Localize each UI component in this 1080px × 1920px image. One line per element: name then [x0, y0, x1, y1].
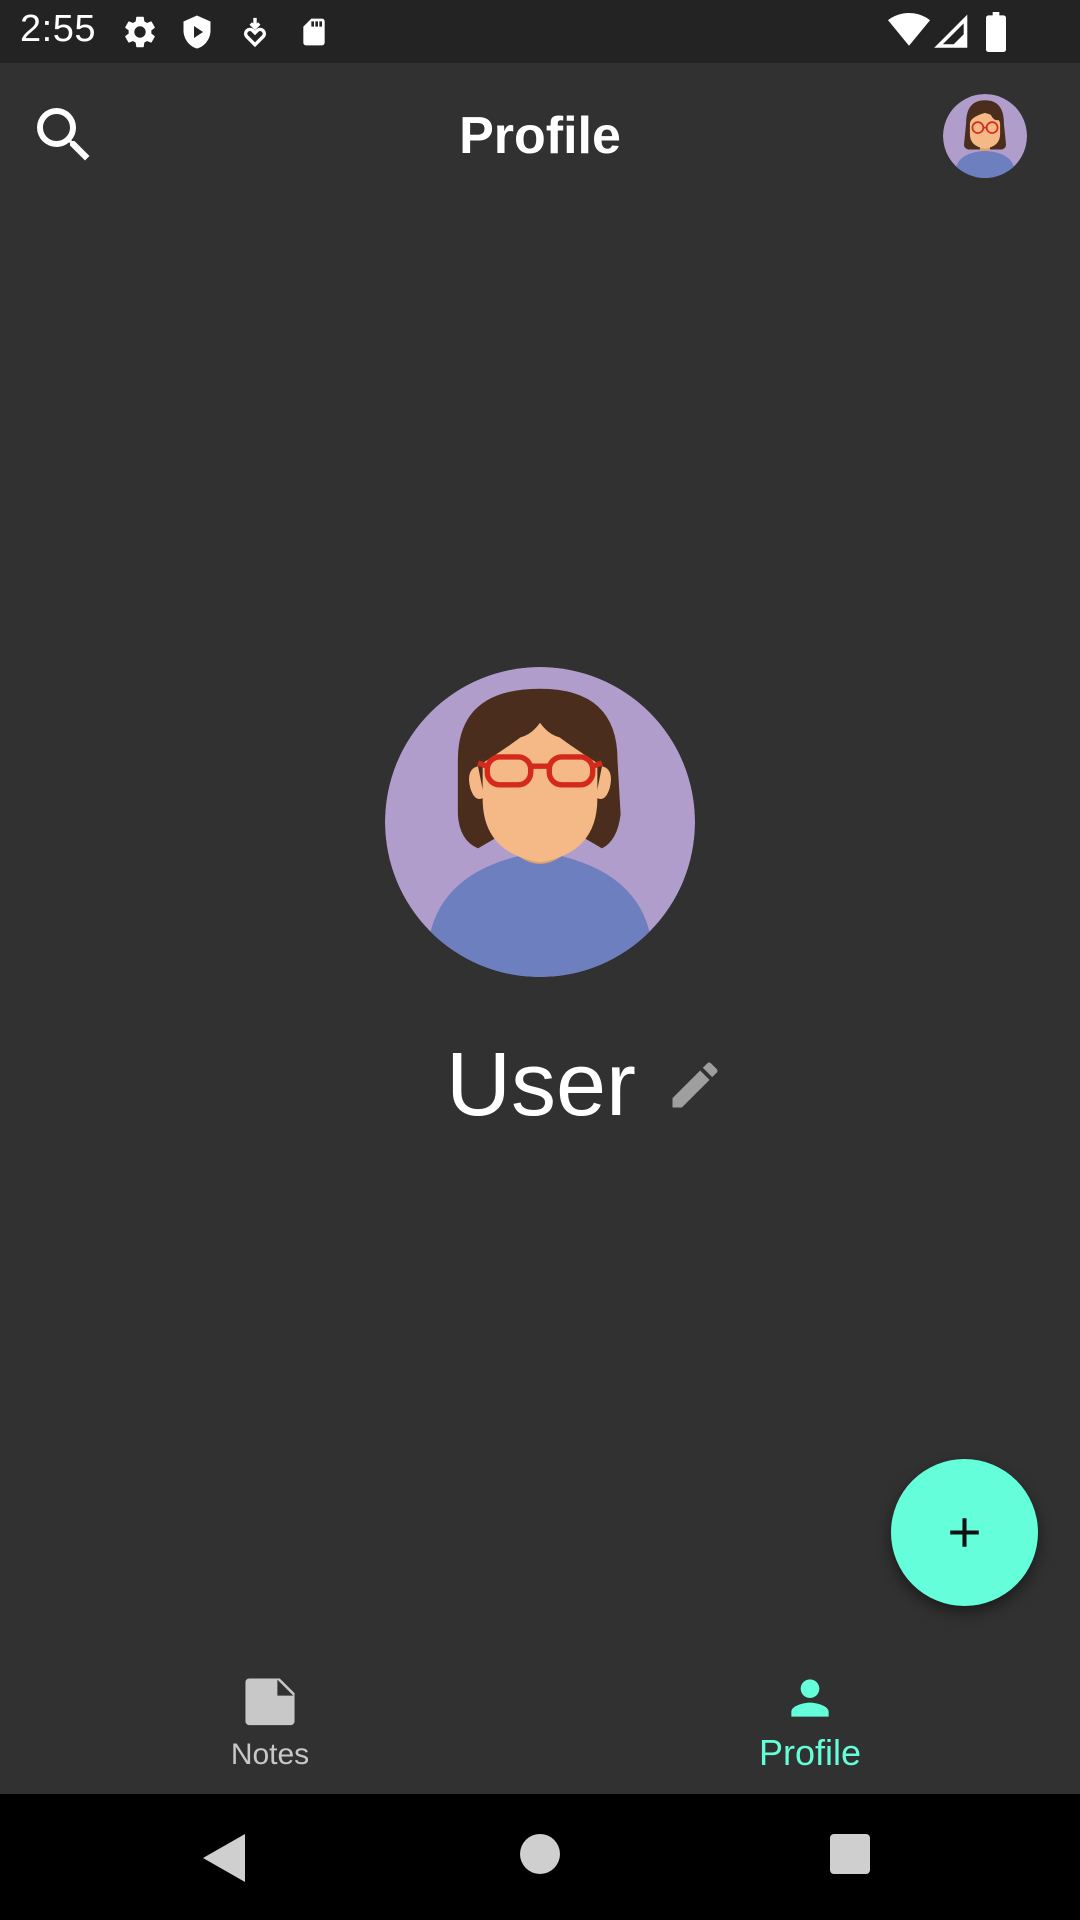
user-name: User	[446, 1035, 637, 1135]
nav-label-notes: Notes	[230, 1738, 310, 1771]
shield-play-icon	[179, 13, 215, 56]
bottom-navigation: Notes Profile	[0, 1640, 1080, 1794]
home-icon	[520, 1834, 560, 1874]
add-button[interactable]	[891, 1459, 1038, 1606]
sd-card-icon	[298, 13, 330, 56]
recents-icon	[830, 1834, 870, 1874]
profile-avatar[interactable]	[385, 667, 695, 977]
back-icon	[203, 1834, 245, 1882]
page-title: Profile	[459, 107, 621, 165]
download-heart-icon	[238, 13, 272, 56]
system-navigation-bar	[0, 1794, 1080, 1920]
profile-name-row: User	[0, 1030, 1080, 1140]
pencil-icon	[672, 1062, 718, 1108]
top-app-bar: Profile	[0, 63, 1080, 213]
home-button[interactable]	[520, 1834, 560, 1879]
signal-icon	[934, 12, 970, 55]
nav-item-profile[interactable]: Profile	[540, 1640, 1080, 1794]
user-avatar	[943, 94, 1027, 178]
plus-icon	[950, 1518, 979, 1547]
recents-button[interactable]	[830, 1834, 870, 1879]
person-icon	[791, 1679, 829, 1717]
wifi-icon	[888, 12, 930, 53]
status-time: 2:55	[20, 8, 96, 50]
battery-icon	[985, 12, 1007, 57]
note-icon	[245, 1678, 295, 1726]
back-button[interactable]	[203, 1834, 247, 1887]
gear-icon	[121, 13, 159, 56]
nav-item-notes[interactable]: Notes	[0, 1640, 540, 1794]
user-avatar	[385, 667, 695, 977]
nav-label-profile: Profile	[758, 1732, 862, 1773]
edit-name-button[interactable]	[665, 1055, 725, 1115]
avatar-button[interactable]	[943, 94, 1027, 178]
status-bar: 2:55	[0, 0, 1080, 63]
